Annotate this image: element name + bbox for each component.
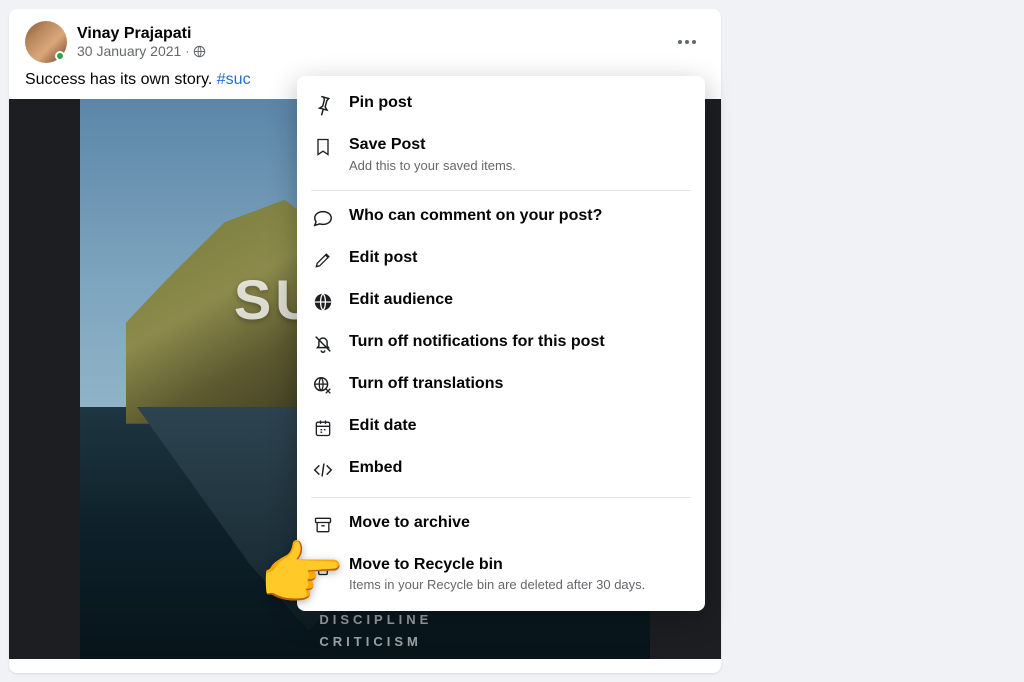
menu-sublabel: Add this to your saved items. [349, 158, 691, 175]
menu-label: Move to Recycle bin [349, 555, 691, 576]
menu-item-who-can-comment[interactable]: Who can comment on your post? [297, 197, 705, 239]
menu-label: Turn off notifications for this post [349, 332, 691, 353]
menu-label: Save Post [349, 135, 691, 156]
meta-dot: · [185, 44, 189, 58]
post-options-menu: Pin post Save Post Add this to your save… [297, 76, 705, 611]
header-text: Vinay Prajapati 30 January 2021 · [77, 25, 669, 59]
avatar-wrap[interactable] [25, 21, 67, 63]
menu-item-move-to-archive[interactable]: Move to archive [297, 504, 705, 546]
globe-pencil-icon [311, 374, 335, 398]
ellipsis-icon [678, 40, 696, 44]
globe-icon[interactable] [193, 45, 206, 58]
menu-item-pin-post[interactable]: Pin post [297, 84, 705, 126]
post-header: Vinay Prajapati 30 January 2021 · [9, 9, 721, 69]
menu-sublabel: Items in your Recycle bin are deleted af… [349, 577, 691, 594]
menu-item-edit-date[interactable]: Edit date [297, 407, 705, 449]
post-meta: 30 January 2021 · [77, 43, 669, 59]
menu-item-embed[interactable]: Embed [297, 449, 705, 491]
author-name[interactable]: Vinay Prajapati [77, 25, 669, 43]
menu-label: Edit date [349, 416, 691, 437]
menu-item-save-post[interactable]: Save Post Add this to your saved items. [297, 126, 705, 184]
menu-item-edit-audience[interactable]: Edit audience [297, 281, 705, 323]
menu-label: Edit audience [349, 290, 691, 311]
menu-item-move-to-recycle-bin[interactable]: Move to Recycle bin Items in your Recycl… [297, 546, 705, 604]
menu-item-turn-off-translations[interactable]: Turn off translations [297, 365, 705, 407]
online-status-dot [55, 51, 65, 61]
calendar-icon [311, 416, 335, 440]
menu-label: Turn off translations [349, 374, 691, 395]
bell-off-icon [311, 332, 335, 356]
menu-label: Pin post [349, 93, 691, 114]
comment-icon [311, 206, 335, 230]
pointing-hand-emoji: 👉 [258, 534, 345, 616]
menu-label: Who can comment on your post? [349, 206, 691, 227]
pin-icon [311, 93, 335, 117]
globe-icon [311, 290, 335, 314]
post-text: Success has its own story. [25, 71, 217, 88]
post-hashtag[interactable]: #suc [217, 71, 251, 88]
bookmark-icon [311, 135, 335, 159]
menu-label: Embed [349, 458, 691, 479]
code-icon [311, 458, 335, 482]
menu-divider [311, 190, 691, 191]
menu-divider [311, 497, 691, 498]
menu-item-turn-off-notifications[interactable]: Turn off notifications for this post [297, 323, 705, 365]
menu-item-edit-post[interactable]: Edit post [297, 239, 705, 281]
more-options-button[interactable] [669, 24, 705, 60]
menu-label: Move to archive [349, 513, 691, 534]
pencil-icon [311, 248, 335, 272]
menu-label: Edit post [349, 248, 691, 269]
post-date[interactable]: 30 January 2021 [77, 43, 181, 59]
